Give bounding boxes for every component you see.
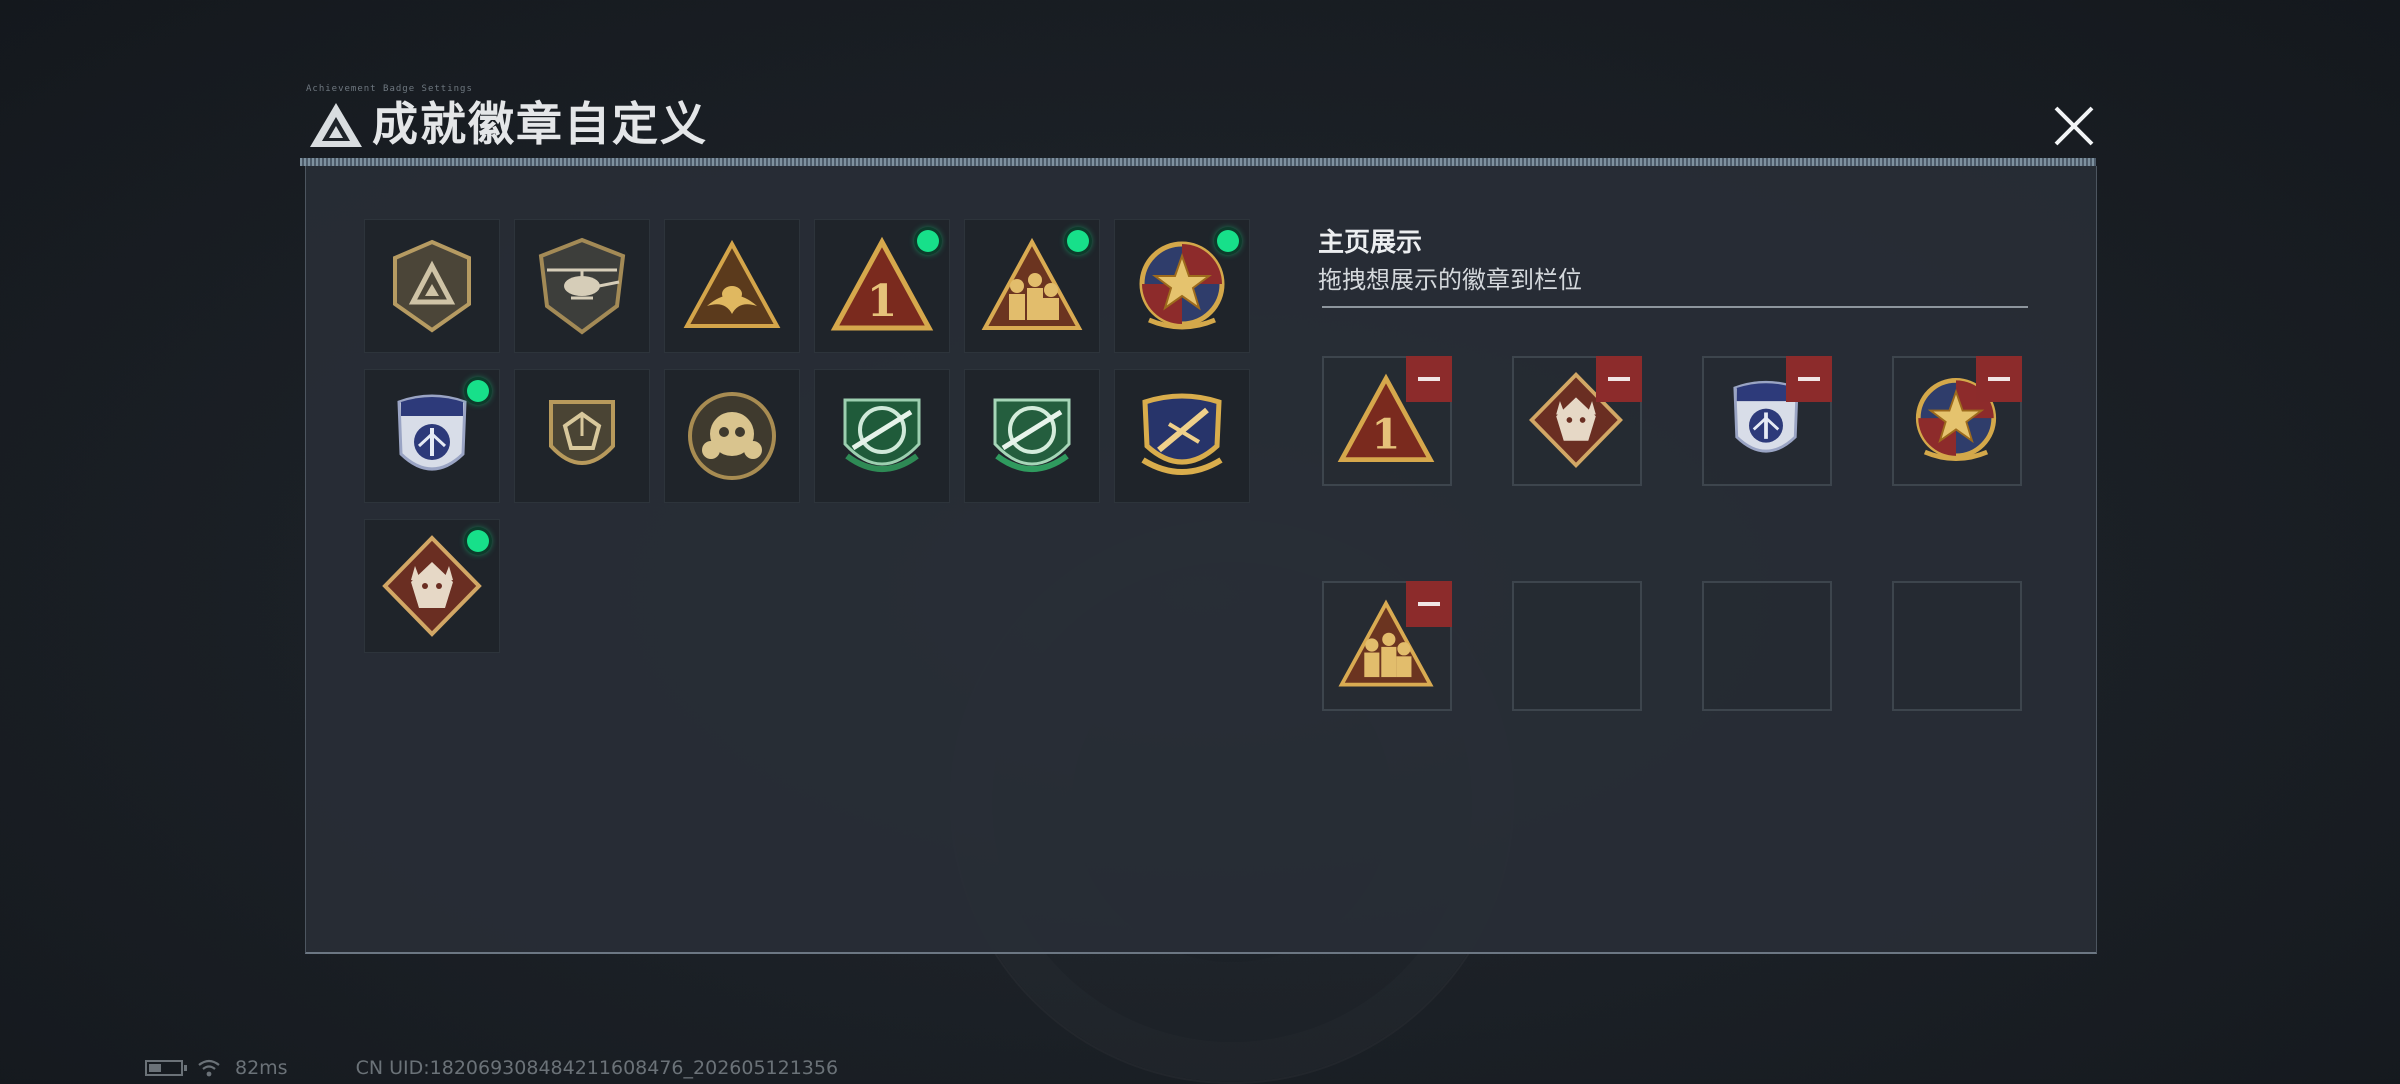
skull-round-badge-icon bbox=[688, 392, 776, 480]
showcase-subtitle: 拖拽想展示的徽章到栏位 bbox=[1318, 266, 1582, 294]
badge-cell-green-rifle-2[interactable] bbox=[964, 369, 1100, 503]
soldiers-triangle-badge-icon bbox=[981, 237, 1083, 330]
uid-text: CN UID:18206930848421160847​6_2026051213… bbox=[355, 1057, 839, 1079]
showcase-slot-6-empty[interactable] bbox=[1512, 581, 1642, 711]
battery-icon bbox=[145, 1060, 187, 1076]
showcase-slot-2[interactable] bbox=[1512, 356, 1642, 486]
dialog-title: 成就徽章自定义 bbox=[372, 97, 708, 151]
ping-text: 82ms bbox=[235, 1057, 288, 1079]
close-button[interactable] bbox=[2048, 100, 2100, 152]
new-badge-indicator bbox=[1217, 230, 1239, 252]
showcase-slot-1[interactable]: 1 bbox=[1322, 356, 1452, 486]
header-decoration-text: Achievement Badge Settings bbox=[306, 84, 473, 94]
wifi-icon bbox=[198, 1059, 220, 1077]
header-divider bbox=[300, 158, 2096, 166]
badge-cell-green-rifle[interactable] bbox=[814, 369, 950, 503]
badge-cell-skull[interactable] bbox=[664, 369, 800, 503]
new-badge-indicator bbox=[467, 530, 489, 552]
eagle-triangle-badge-icon bbox=[683, 239, 781, 328]
badge-cell-helicopter[interactable] bbox=[514, 219, 650, 353]
new-badge-indicator bbox=[917, 230, 939, 252]
remove-badge-button[interactable] bbox=[1976, 356, 2022, 402]
badge-cell-eagle[interactable] bbox=[664, 219, 800, 353]
remove-badge-button[interactable] bbox=[1786, 356, 1832, 402]
triangle-logo-icon bbox=[310, 103, 362, 147]
showcase-slot-4[interactable] bbox=[1892, 356, 2022, 486]
status-bar: 82ms CN UID:18206930848421160847​6_20260… bbox=[145, 1056, 838, 1080]
badge-cell-dice[interactable] bbox=[514, 369, 650, 503]
close-icon bbox=[2054, 106, 2094, 146]
dialog-header: Achievement Badge Settings 成就徽章自定义 bbox=[300, 84, 2100, 166]
badge-cell-wolf[interactable] bbox=[364, 519, 500, 653]
badge-cell-soldiers[interactable] bbox=[964, 219, 1100, 353]
logo-shield-badge-icon bbox=[393, 239, 471, 333]
remove-badge-button[interactable] bbox=[1406, 356, 1452, 402]
gold-jet-shield-badge-icon bbox=[1141, 393, 1223, 475]
dialog-panel: 1 主页展示 拖拽想展示的徽章到栏位 1 bbox=[305, 166, 2097, 954]
number-one-triangle-badge-icon: 1 bbox=[830, 236, 934, 331]
badge-cell-gold-jet[interactable] bbox=[1114, 369, 1250, 503]
badge-cell-blue-police[interactable] bbox=[364, 369, 500, 503]
green-rifle-crosshair-badge-icon bbox=[843, 398, 921, 472]
remove-badge-button[interactable] bbox=[1406, 581, 1452, 627]
svg-text:1: 1 bbox=[867, 276, 898, 327]
badge-cell-star-compass[interactable] bbox=[1114, 219, 1250, 353]
showcase-title: 主页展示 bbox=[1318, 228, 1423, 258]
showcase-divider bbox=[1322, 306, 2028, 308]
wolf-diamond-badge-icon bbox=[382, 535, 482, 637]
new-badge-indicator bbox=[1067, 230, 1089, 252]
showcase-slot-3[interactable] bbox=[1702, 356, 1832, 486]
badge-cell-number-one[interactable]: 1 bbox=[814, 219, 950, 353]
blue-police-shield-badge-icon bbox=[397, 394, 467, 471]
badge-cell-logo-shield[interactable] bbox=[364, 219, 500, 353]
showcase-slot-5[interactable] bbox=[1322, 581, 1452, 711]
dice-shield-badge-icon bbox=[549, 400, 615, 465]
showcase-slot-7-empty[interactable] bbox=[1702, 581, 1832, 711]
svg-text:1: 1 bbox=[1372, 409, 1401, 458]
helicopter-shield-badge-icon bbox=[538, 237, 626, 335]
remove-badge-button[interactable] bbox=[1596, 356, 1642, 402]
star-compass-badge-icon bbox=[1139, 241, 1225, 330]
new-badge-indicator bbox=[467, 380, 489, 402]
green-rifle-crosshair-badge-2-icon bbox=[993, 398, 1071, 472]
showcase-slot-8-empty[interactable] bbox=[1892, 581, 2022, 711]
